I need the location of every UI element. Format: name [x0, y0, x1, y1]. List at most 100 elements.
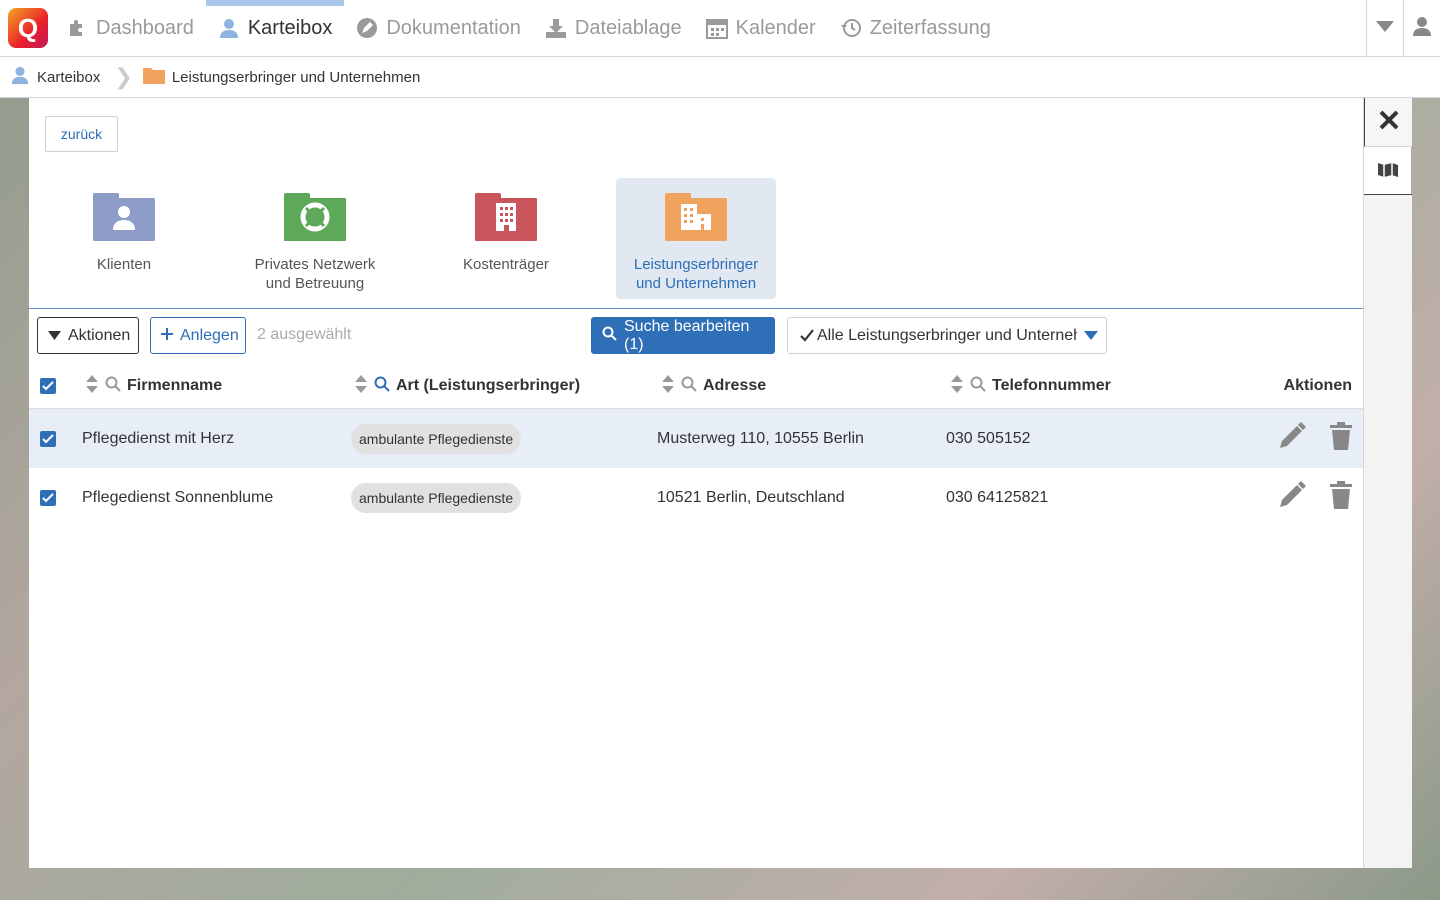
history-icon [840, 17, 862, 39]
user-icon [1411, 15, 1433, 42]
cell-telefonnummer: 030 505152 [946, 429, 1031, 447]
puzzle-icon [66, 17, 88, 39]
cell-firmenname: Pflegedienst Sonnenblume [82, 488, 274, 506]
search-icon[interactable] [681, 376, 697, 397]
logo-letter: Q [17, 12, 39, 43]
category-klienten[interactable]: Klienten [44, 178, 204, 299]
trash-icon[interactable] [1329, 481, 1353, 514]
select-all-checkbox[interactable] [40, 378, 56, 394]
table-row[interactable]: Pflegedienst Sonnenblume ambulante Pfleg… [29, 468, 1363, 527]
create-button[interactable]: Anlegen [150, 317, 246, 354]
nav-label: Karteibox [247, 16, 333, 39]
column-label: Adresse [703, 377, 767, 394]
category-kostentraeger[interactable]: Kostenträger [426, 178, 586, 299]
type-tag: ambulante Pflegedienste [351, 423, 522, 454]
breadcrumb-root[interactable]: Karteibox [10, 65, 100, 89]
side-panel [1363, 98, 1412, 868]
person-icon [111, 204, 137, 235]
table-row[interactable]: Pflegedienst mit Herz ambulante Pflegedi… [29, 409, 1363, 468]
caret-down-icon [1084, 331, 1098, 340]
nav-label: Dashboard [96, 16, 194, 39]
category-label: Leistungserbringer [633, 256, 759, 273]
data-table: Firmenname Art (Leistungserbringer) Adre… [29, 363, 1363, 527]
nav-kalender[interactable]: Kalender [694, 0, 828, 57]
breadcrumb-current: Leistungserbringer und Unternehmen [142, 66, 420, 88]
plus-icon [161, 327, 173, 345]
nav-label: Kalender [735, 16, 816, 39]
filter-label: Alle Leistungserbringer und Unternehmen [817, 326, 1077, 344]
check-icon [800, 329, 814, 342]
app-logo[interactable]: Q [8, 8, 48, 48]
sort-icon[interactable] [354, 374, 368, 399]
edit-search-button[interactable]: Suche bearbeiten (1) [591, 317, 775, 354]
map-button[interactable] [1364, 147, 1412, 195]
create-label: Anlegen [180, 326, 239, 344]
caret-down-icon [48, 327, 61, 345]
category-label: Klienten [96, 256, 152, 273]
nav-dashboard[interactable]: Dashboard [54, 0, 206, 57]
actions-dropdown-button[interactable]: Aktionen [37, 317, 139, 354]
nav-karteibox[interactable]: Karteibox [205, 0, 345, 57]
pencil-icon[interactable] [1277, 421, 1307, 456]
category-tiles: Klienten Privates Netzwerk und Betreuung [29, 178, 1363, 308]
column-header-telefonnummer[interactable]: Telefonnummer [950, 363, 1111, 409]
user-icon [218, 17, 240, 39]
search-icon[interactable] [374, 376, 390, 397]
column-label: Telefonnummer [992, 377, 1111, 394]
row-checkbox[interactable] [40, 489, 56, 506]
selected-count: 2 ausgewählt [257, 326, 352, 343]
pencil-bubble-icon [356, 17, 378, 39]
nav-dokumentation[interactable]: Dokumentation [344, 0, 533, 57]
filter-dropdown[interactable]: Alle Leistungserbringer und Unternehmen [787, 317, 1107, 354]
search-icon[interactable] [105, 376, 121, 397]
user-menu-button[interactable] [1403, 0, 1440, 57]
column-header-firmenname[interactable]: Firmenname [85, 363, 222, 409]
dropdown-toggle[interactable] [1366, 0, 1403, 57]
folder-icon [665, 193, 727, 241]
sort-icon[interactable] [661, 374, 675, 399]
folder-icon [142, 66, 165, 88]
office-icon [679, 202, 713, 237]
column-header-adresse[interactable]: Adresse [661, 363, 766, 409]
folder-icon [475, 193, 537, 241]
actions-label: Aktionen [68, 326, 131, 344]
select-all-checkbox-cell [40, 363, 56, 409]
row-checkbox-cell [40, 409, 56, 468]
section-divider [29, 308, 1363, 309]
category-label-line2: und Unternehmen [635, 275, 757, 292]
type-tag: ambulante Pflegedienste [351, 482, 522, 513]
row-checkbox-cell [40, 468, 56, 527]
cell-firmenname: Pflegedienst mit Herz [82, 429, 235, 447]
close-button[interactable] [1364, 98, 1412, 147]
top-navigation-bar: Q Dashboard Karteibox Dokumentation Date… [0, 0, 1440, 57]
sort-icon[interactable] [85, 374, 99, 399]
row-checkbox[interactable] [40, 430, 56, 447]
nav-zeiterfassung[interactable]: Zeiterfassung [828, 0, 1003, 57]
sort-icon[interactable] [950, 374, 964, 399]
category-label: Kostenträger [463, 256, 549, 273]
close-icon [1379, 110, 1399, 135]
row-actions [1277, 468, 1353, 527]
map-icon [1377, 161, 1399, 182]
caret-down-icon [1376, 20, 1394, 38]
category-label: Privates Netzwerk [254, 256, 376, 273]
column-header-art[interactable]: Art (Leistungserbringer) [354, 363, 580, 409]
list-toolbar: Aktionen Anlegen 2 ausgewählt Suche bear… [37, 317, 1357, 355]
pencil-icon[interactable] [1277, 480, 1307, 515]
category-privates-netzwerk[interactable]: Privates Netzwerk und Betreuung [235, 178, 395, 299]
search-icon[interactable] [970, 376, 986, 397]
cell-adresse: Musterweg 110, 10555 Berlin [657, 429, 864, 447]
lifebuoy-icon [300, 202, 330, 237]
download-icon [545, 17, 567, 39]
nav-label: Zeiterfassung [869, 16, 991, 39]
back-button[interactable]: zurück [45, 116, 118, 152]
nav-dateiablage[interactable]: Dateiablage [533, 0, 694, 57]
trash-icon[interactable] [1329, 422, 1353, 455]
search-icon [602, 326, 617, 346]
category-leistungserbringer[interactable]: Leistungserbringer und Unternehmen [616, 178, 776, 299]
main-panel: zurück Klienten Privates Netzwerk und Be… [29, 98, 1363, 868]
breadcrumb-separator-icon: ❯ [114, 64, 133, 89]
topbar-right [1366, 0, 1440, 57]
cell-telefonnummer: 030 64125821 [946, 488, 1049, 506]
building-icon [495, 202, 517, 237]
